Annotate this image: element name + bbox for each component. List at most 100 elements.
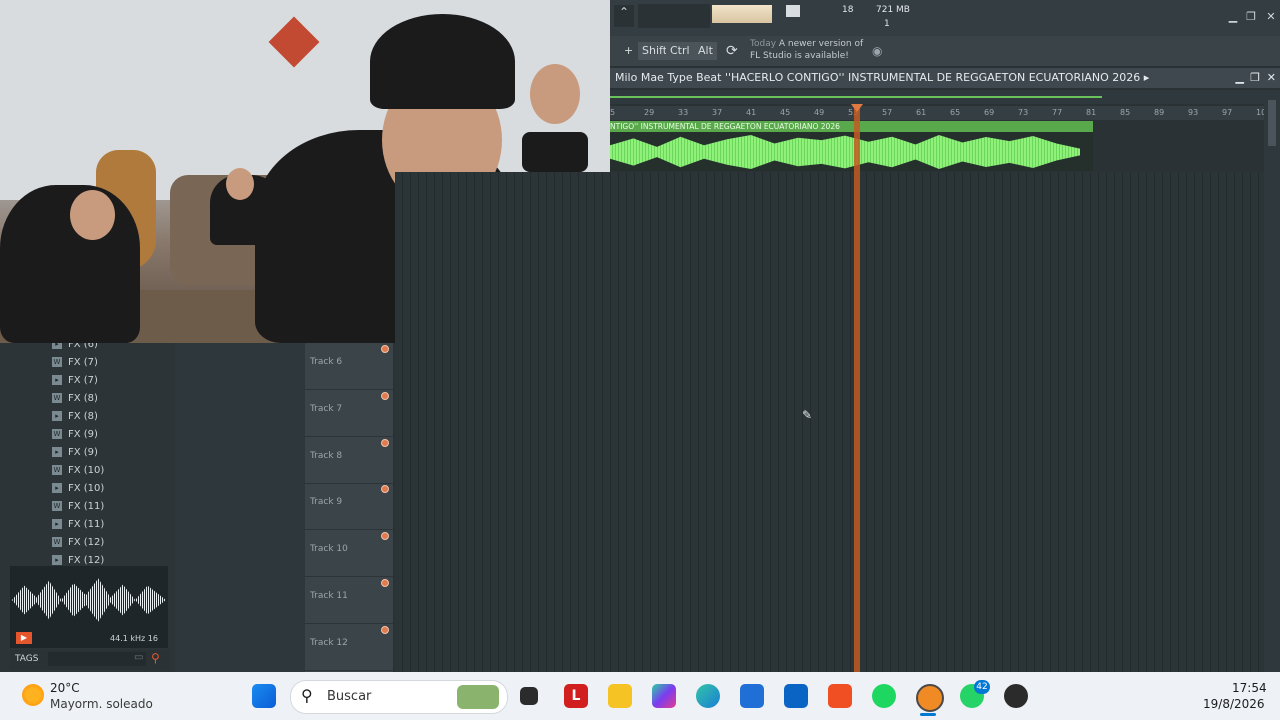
folder-icon[interactable]: ▭ xyxy=(134,652,143,663)
restore-icon[interactable]: ❐ xyxy=(1244,10,1258,24)
taskbar-time[interactable]: 17:54 xyxy=(1232,681,1267,695)
track-mute-icon[interactable] xyxy=(381,391,389,400)
ruler-tick-label: 61 xyxy=(916,108,927,117)
browser-item[interactable]: W FX (12) xyxy=(52,534,104,552)
app-l-icon[interactable]: L xyxy=(564,684,588,708)
fx-folder-icon: ▸ xyxy=(52,519,62,529)
weather-icon[interactable] xyxy=(22,684,44,706)
track-name: Track 8 xyxy=(310,450,343,461)
playlist-grid[interactable] xyxy=(395,172,1264,672)
browser-item[interactable]: W FX (7) xyxy=(52,354,98,372)
sample-info: 44.1 kHz 16 xyxy=(110,634,158,643)
weather-temp[interactable]: 20°C xyxy=(50,681,80,695)
add-icon[interactable]: + xyxy=(620,42,637,60)
ruler-tick-label: 37 xyxy=(712,108,723,117)
windows-taskbar: 20°C Mayorm. soleado ⚲ Buscar L 42 17:54… xyxy=(0,672,1280,720)
ruler-tick-label: 65 xyxy=(950,108,961,117)
browser-item[interactable]: ▸ FX (8) xyxy=(52,408,98,426)
minimize-icon[interactable]: ▁ xyxy=(1226,10,1240,24)
search-placeholder: Buscar xyxy=(327,689,372,704)
browser-item[interactable]: W FX (9) xyxy=(52,426,98,444)
ruler-tick-label: 89 xyxy=(1154,108,1165,117)
timeline-ruler[interactable]: 529333741454953576165697377818589939710 xyxy=(610,106,1266,120)
track-header[interactable]: Track 11 xyxy=(305,577,393,624)
ruler-tick-label: 77 xyxy=(1052,108,1063,117)
spotify-icon[interactable] xyxy=(872,684,896,708)
playlist-window-title: Milo Mae Type Beat ''HACERLO CONTIGO'' I… xyxy=(610,68,1280,88)
browser-item[interactable]: ▸ FX (11) xyxy=(52,516,104,534)
track-mute-icon[interactable] xyxy=(381,579,389,587)
ctrl-key-button[interactable]: Ctrl xyxy=(666,42,694,60)
playhead-marker[interactable] xyxy=(854,106,860,672)
browser-item[interactable]: ▸ FX (6) xyxy=(52,343,98,354)
browser-item-label: FX (6) xyxy=(68,343,98,350)
ruler-tick-label: 97 xyxy=(1222,108,1233,117)
track-header[interactable]: Track 8 xyxy=(305,437,393,484)
browser-item-label: FX (8) xyxy=(68,411,98,422)
track-mute-icon[interactable] xyxy=(381,438,389,447)
edge-icon[interactable] xyxy=(696,684,720,708)
track-name: Track 6 xyxy=(310,357,343,367)
alt-key-button[interactable]: Alt xyxy=(694,42,717,60)
track-mute-icon[interactable] xyxy=(381,532,389,541)
fx-folder-icon: ▸ xyxy=(52,483,62,493)
mouse-cursor-icon: ✎ xyxy=(802,408,813,422)
ruler-tick-label: 49 xyxy=(814,108,825,117)
start-button[interactable] xyxy=(252,684,276,708)
track-header[interactable]: Track 7 xyxy=(305,390,393,437)
browser-item[interactable]: W FX (8) xyxy=(52,390,98,408)
app-red-icon[interactable] xyxy=(1004,684,1028,708)
office-icon[interactable] xyxy=(652,684,676,708)
fl-top-toolbar: ⌃ 18 721 MB 1 ▁ ❐ ✕ xyxy=(610,0,1280,37)
outlook-icon[interactable] xyxy=(784,684,808,708)
audio-clip[interactable]: NTIGO'' INSTRUMENTAL DE REGGAETON ECUATO… xyxy=(610,121,1093,171)
taskbar-date[interactable]: 19/8/2026 xyxy=(1203,697,1265,711)
cpu-graph xyxy=(786,5,800,17)
browser-item[interactable]: W FX (11) xyxy=(52,498,104,516)
fx-folder-icon: ▸ xyxy=(52,555,62,565)
track-mute-icon[interactable] xyxy=(381,625,389,634)
track-header[interactable]: Track 9 xyxy=(305,483,393,531)
search-icon[interactable]: ⚲ xyxy=(151,651,160,665)
voices-readout: 1 xyxy=(884,19,890,29)
waveform-monitor xyxy=(638,4,710,28)
file-explorer-icon[interactable] xyxy=(608,684,632,708)
ruler-tick-label: 93 xyxy=(1188,108,1199,117)
sample-waveform xyxy=(12,578,166,622)
playlist-horizontal-scroll[interactable] xyxy=(610,90,1264,104)
wav-icon: W xyxy=(52,537,62,547)
store-icon[interactable] xyxy=(740,684,764,708)
playlist-restore-icon[interactable]: ❐ xyxy=(1250,68,1260,88)
fl-studio-icon[interactable] xyxy=(916,684,944,712)
browser-divider-panel xyxy=(175,343,305,672)
brave-icon[interactable] xyxy=(828,684,852,708)
preview-play-icon[interactable]: ▶ xyxy=(16,632,32,644)
fx-folder-icon: ▸ xyxy=(52,447,62,457)
browser-item[interactable]: W FX (10) xyxy=(52,462,104,480)
fx-folder-icon: ▸ xyxy=(52,375,62,385)
track-mute-icon[interactable] xyxy=(381,485,389,494)
taskbar-search[interactable]: ⚲ Buscar xyxy=(290,680,508,714)
sample-preview[interactable]: ▶ 44.1 kHz 16 xyxy=(10,566,168,648)
track-mute-icon[interactable] xyxy=(381,345,389,353)
browser-item[interactable]: ▸ FX (9) xyxy=(52,444,98,462)
playlist-minimize-icon[interactable]: ▁ xyxy=(1236,68,1244,88)
track-header[interactable]: Track 12 xyxy=(305,624,393,671)
browser-item[interactable]: ▸ FX (10) xyxy=(52,480,104,498)
close-icon[interactable]: ✕ xyxy=(1264,10,1278,24)
playlist-vertical-scroll[interactable] xyxy=(1264,90,1280,672)
playlist-close-icon[interactable]: ✕ xyxy=(1267,68,1276,88)
browser-item[interactable]: ▸ FX (7) xyxy=(52,372,98,390)
track-header[interactable]: Track 10 xyxy=(305,530,393,578)
song-position-marker[interactable] xyxy=(851,104,863,112)
weather-desc[interactable]: Mayorm. soleado xyxy=(50,697,153,711)
oscilloscope-icon[interactable]: ⌃ xyxy=(614,5,634,27)
browser-item-label: FX (11) xyxy=(68,501,105,512)
browser-item-label: FX (10) xyxy=(68,483,105,494)
track-name: Track 12 xyxy=(310,637,348,648)
track-name: Track 11 xyxy=(310,591,348,601)
globe-icon[interactable]: ◉ xyxy=(868,42,886,60)
task-view-icon[interactable] xyxy=(520,687,538,705)
track-header[interactable]: Track 6 xyxy=(305,343,393,390)
tags-field[interactable] xyxy=(48,652,146,666)
